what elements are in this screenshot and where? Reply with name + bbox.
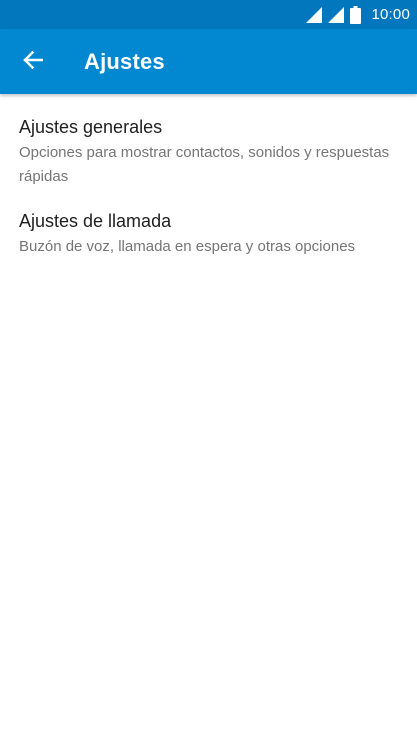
settings-screen: 10:00 Ajustes Ajustes generales Opciones… [0,0,417,742]
settings-list: Ajustes generales Opciones para mostrar … [0,94,417,285]
status-icons: 10:00 [306,0,410,29]
settings-item-title: Ajustes de llamada [19,211,172,231]
settings-item-title: Ajustes generales [19,117,163,137]
status-clock: 10:00 [371,6,410,23]
back-button[interactable] [13,42,53,82]
settings-item-summary: Buzón de voz, llamada en espera y otras … [19,238,356,255]
status-bar: 10:00 [0,0,417,29]
signal-icon [328,6,345,23]
back-arrow-icon [23,50,44,75]
settings-item-general[interactable]: Ajustes generales Opciones para mostrar … [0,94,417,205]
settings-item-call[interactable]: Ajustes de llamada Buzón de voz, llamada… [0,205,417,285]
app-bar: Ajustes [0,29,417,94]
page-title: Ajustes [84,49,165,74]
signal-icon [306,6,323,23]
battery-icon [350,5,362,24]
settings-item-summary: Opciones para mostrar contactos, sonidos… [19,144,390,185]
